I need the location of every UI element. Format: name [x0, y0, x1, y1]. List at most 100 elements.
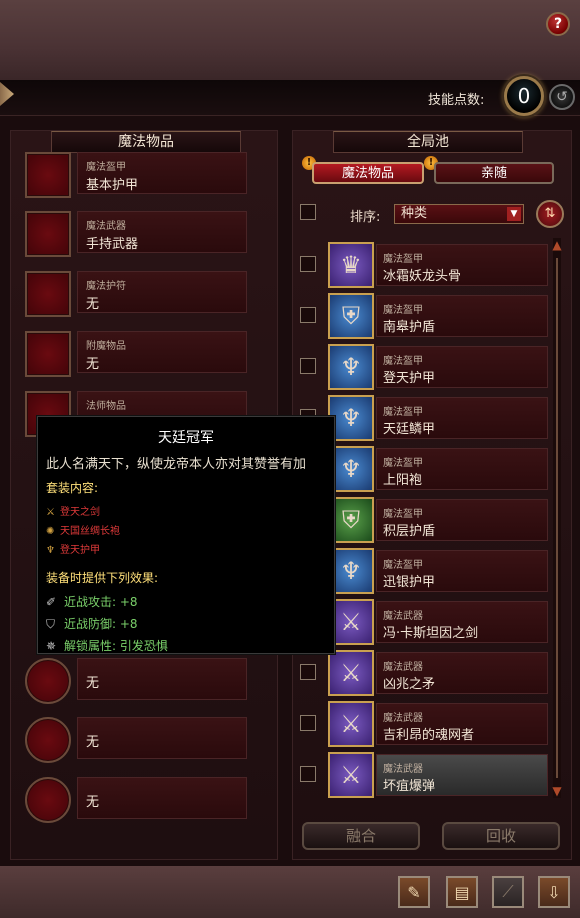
pool-item-category: 魔法盔甲 [383, 407, 423, 418]
pool-item-info: 魔法盔甲 天廷鳞甲 [376, 397, 548, 439]
effect-line: ⛉ 近战防御: +8 [46, 615, 138, 632]
pool-item-category: 魔法盔甲 [383, 458, 423, 469]
slot-value: 无 [86, 676, 100, 691]
armor-icon[interactable]: ♆ [328, 344, 374, 390]
scrollbar[interactable]: ▲ ▼ [551, 238, 563, 798]
follower-slot[interactable]: 无 [25, 658, 257, 704]
reset-skills-button[interactable]: ↺ [549, 84, 575, 110]
slot-info: 魔法武器 手持武器 [77, 211, 247, 253]
item-slot[interactable] [25, 658, 71, 704]
sort-dropdown[interactable]: 种类 ▼ [394, 204, 524, 224]
pool-item-row[interactable]: ⚔ 魔法武器 坏疽爆弹 [300, 752, 548, 798]
swap-arrows-icon: ⇅ [544, 206, 556, 221]
pool-item-info: 魔法武器 吉利昂的魂网者 [376, 703, 548, 745]
slot-info: 无 [77, 717, 247, 759]
scroll-up-icon[interactable]: ▲ [551, 238, 563, 252]
tab-magic-items[interactable]: 魔法物品 [312, 162, 424, 184]
tooltip-description: 此人名满天下，纵使龙帝本人亦对其赞誉有加 [46, 457, 307, 472]
follower-slot[interactable]: 无 [25, 717, 257, 763]
pool-item-name: 吉利昂的魂网者 [383, 728, 475, 743]
download-button[interactable]: ⇩ [538, 876, 570, 908]
fuse-button[interactable]: 融合 [302, 822, 420, 850]
crossed-weapons-icon[interactable]: ⚔ [328, 650, 374, 696]
pool-item-category: 魔法盔甲 [383, 254, 423, 265]
pool-item-row[interactable]: ♆ 魔法盔甲 天廷鳞甲 [300, 395, 548, 441]
item-slot[interactable] [25, 211, 71, 257]
slot-talisman[interactable]: 魔法护符 无 [25, 271, 257, 317]
top-banner [0, 0, 580, 80]
pool-item-row[interactable]: ⚔ 魔法武器 冯·卡斯坦因之剑 [300, 599, 548, 645]
scroll-down-icon[interactable]: ▼ [551, 784, 563, 798]
pool-item-row[interactable]: ♆ 魔法盔甲 登天护甲 [300, 344, 548, 390]
item-slot[interactable] [25, 717, 71, 763]
pool-item-checkbox[interactable] [300, 766, 316, 782]
slot-enchanted-item[interactable]: 附魔物品 无 [25, 331, 257, 377]
sort-order-button[interactable]: ⇅ [536, 200, 564, 228]
effect-text: 近战防御: +8 [64, 617, 138, 631]
scroll-button[interactable]: ▤ [446, 876, 478, 908]
pool-item-row[interactable]: ⚔ 魔法武器 凶兆之矛 [300, 650, 548, 696]
set-item: ♆ 登天护甲 [46, 541, 100, 556]
pool-item-row[interactable]: ⛨ 魔法盔甲 积层护盾 [300, 497, 548, 543]
pool-item-info: 魔法盔甲 迅银护甲 [376, 550, 548, 592]
select-all-checkbox[interactable] [300, 204, 316, 220]
slot-value: 基本护甲 [86, 178, 139, 193]
slot-info: 无 [77, 658, 247, 700]
pool-item-row[interactable]: ⛨ 魔法盔甲 南皋护盾 [300, 293, 548, 339]
effects-header: 装备时提供下列效果: [46, 571, 159, 585]
effect-text: 解锁属性: 引发恐惧 [64, 639, 168, 653]
undo-icon: ↺ [556, 89, 568, 105]
helmet-icon[interactable]: ♛ [328, 242, 374, 288]
pool-item-checkbox[interactable] [300, 256, 316, 272]
set-item-name: 天国丝绸长袍 [60, 526, 120, 537]
pool-item-category: 魔法武器 [383, 611, 423, 622]
slot-info: 无 [77, 777, 247, 819]
quill-icon: ✎ [407, 882, 421, 902]
sort-value: 种类 [401, 206, 428, 221]
skill-points-orb: 0 [504, 76, 544, 116]
slot-info: 魔法盔甲 基本护甲 [77, 152, 247, 194]
effect-line: ✐ 近战攻击: +8 [46, 593, 138, 610]
pool-item-info: 魔法盔甲 南皋护盾 [376, 295, 548, 337]
character-button[interactable]: ✎ [398, 876, 430, 908]
sort-label: 排序: [350, 210, 381, 225]
pool-item-category: 魔法盔甲 [383, 305, 423, 316]
slot-armour[interactable]: 魔法盔甲 基本护甲 [25, 152, 257, 198]
pool-item-name: 凶兆之矛 [383, 677, 436, 692]
pool-item-checkbox[interactable] [300, 664, 316, 680]
pool-item-info: 魔法盔甲冰霜妖龙头骨 [376, 244, 548, 286]
pool-item-name: 冰霜妖龙头骨 [383, 269, 462, 284]
pool-item-info: 魔法武器 坏疽爆弹 [376, 754, 548, 796]
pool-item-name: 坏疽爆弹 [383, 779, 436, 794]
slot-value: 无 [86, 357, 100, 372]
crossed-weapons-icon[interactable]: ⚔ [328, 752, 374, 798]
item-slot[interactable] [25, 152, 71, 198]
pool-item-row[interactable]: ♆ 魔法盔甲 上阳袍 [300, 446, 548, 492]
pool-item-row[interactable]: ⚔ 魔法武器 吉利昂的魂网者 [300, 701, 548, 747]
pool-item-name: 登天护甲 [383, 371, 436, 386]
follower-slot[interactable]: 无 [25, 777, 257, 823]
feather-button[interactable]: ⟋ [492, 876, 524, 908]
item-slot[interactable] [25, 271, 71, 317]
set-contents-header: 套装内容: [46, 481, 99, 495]
slot-value: 无 [86, 297, 100, 312]
armor-icon: ♆ [46, 545, 55, 556]
scroll-icon: ▤ [454, 882, 470, 902]
pool-item-name: 天廷鳞甲 [383, 422, 436, 437]
crossed-weapons-icon[interactable]: ⚔ [328, 701, 374, 747]
item-slot[interactable] [25, 777, 71, 823]
shield-icon[interactable]: ⛨ [328, 293, 374, 339]
pool-item-checkbox[interactable] [300, 715, 316, 731]
pool-item-row[interactable]: ♛ 魔法盔甲 冰霜妖龙头骨 [300, 242, 548, 288]
recycle-button[interactable]: 回收 [442, 822, 560, 850]
pool-item-info: 魔法盔甲 上阳袍 [376, 448, 548, 490]
pool-item-checkbox[interactable] [300, 358, 316, 374]
item-slot[interactable] [25, 331, 71, 377]
slot-info: 附魔物品 无 [77, 331, 247, 373]
tab-followers[interactable]: 亲随 [434, 162, 554, 184]
effect-line: ✵ 解锁属性: 引发恐惧 [46, 637, 168, 654]
help-button[interactable]: ? [546, 12, 570, 36]
pool-item-checkbox[interactable] [300, 307, 316, 323]
slot-weapon[interactable]: 魔法武器 手持武器 [25, 211, 257, 257]
pool-item-row[interactable]: ♆ 魔法盔甲 迅银护甲 [300, 548, 548, 594]
